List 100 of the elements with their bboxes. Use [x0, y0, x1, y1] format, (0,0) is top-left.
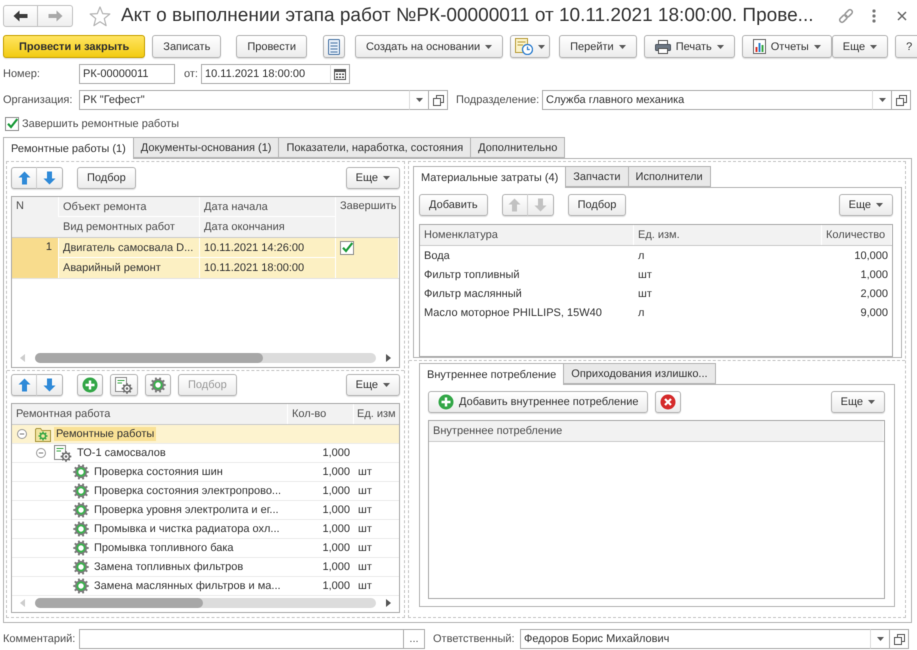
toolbar-button[interactable]: Подбор: [568, 194, 626, 216]
tab[interactable]: Дополнительно: [470, 137, 566, 158]
move-up-button[interactable]: [11, 374, 37, 396]
dropdown-button[interactable]: Печать: [644, 35, 735, 58]
tab[interactable]: Исполнители: [628, 166, 711, 187]
department-field[interactable]: Служба главного механика: [542, 90, 872, 110]
organization-field[interactable]: РК "Гефест": [79, 90, 409, 110]
table-cell-text: 1,000: [321, 523, 351, 535]
table-cell-text: шт: [357, 523, 373, 535]
tree-row[interactable]: Проверка уровня электролита и ег... 1,000 шт: [12, 501, 399, 520]
collapse-icon[interactable]: [17, 429, 27, 439]
calendar-button[interactable]: [330, 64, 350, 84]
scroll-right-icon[interactable]: [386, 599, 391, 607]
field-label: Комментарий:: [3, 633, 76, 645]
tab[interactable]: Внутреннее потребление: [419, 363, 564, 385]
tree-row[interactable]: Проверка состояния электропрово... 1,000 шт: [12, 482, 399, 501]
scrollbar-track[interactable]: [35, 598, 376, 608]
gear-icon: [150, 377, 166, 393]
toolbar-button[interactable]: Добавить внутреннее потребление: [428, 391, 648, 413]
caret-icon: [383, 176, 390, 180]
icon-button[interactable]: [655, 391, 682, 413]
scrollbar-thumb[interactable]: [35, 598, 203, 608]
icon-button[interactable]: [145, 374, 171, 396]
move-down-button[interactable]: [37, 167, 63, 189]
more-icon[interactable]: [872, 9, 876, 23]
open-button[interactable]: [892, 90, 911, 110]
tree-row[interactable]: Проверка состояния шин 1,000 шт: [12, 463, 399, 482]
table-cell-text: шт: [357, 580, 373, 592]
toolbar-button[interactable]: Добавить: [419, 194, 488, 216]
date-field[interactable]: 10.11.2021 18:00:00: [201, 64, 330, 84]
tab[interactable]: Запчасти: [565, 166, 629, 187]
tab[interactable]: Ремонтные работы (1): [3, 137, 134, 159]
toolbar-button[interactable]: Провести: [236, 35, 307, 58]
more-button[interactable]: Еще: [830, 391, 885, 413]
column-header: Дата начала: [200, 197, 336, 217]
icon-button[interactable]: [110, 374, 138, 396]
icon-button[interactable]: [77, 374, 103, 396]
scrollbar-thumb[interactable]: [35, 353, 263, 363]
checkbox[interactable]: [5, 117, 19, 131]
column-header: Кол-во: [288, 404, 354, 424]
tree-row[interactable]: Ремонтные работы: [12, 425, 399, 444]
table-cell: Аварийный ремонт: [59, 258, 200, 278]
tree-row[interactable]: Замена маслянных фильтров и ма... 1,000 шт: [12, 577, 399, 596]
calendar-icon: [334, 68, 346, 80]
column-header: Ед. изм.: [634, 225, 822, 245]
dropdown-button[interactable]: Еще: [832, 35, 888, 58]
toolbar-button[interactable]: [322, 35, 345, 58]
responsible-field[interactable]: Федоров Борис Михайлович: [520, 629, 870, 649]
move-up-button[interactable]: [11, 167, 37, 189]
open-button[interactable]: [429, 90, 448, 110]
arrow-left-icon: [13, 10, 28, 22]
tab[interactable]: Материальные затраты (4): [413, 166, 566, 188]
tree-item-label: Промывка и чистка радиатора охл...: [93, 522, 281, 536]
table-row[interactable]: 1 Двигатель самосвала D... 10.11.2021 14:26:00 Аварийный ремонт 10.11.2021 18:00:00: [12, 238, 399, 279]
arrow-down-icon: [534, 198, 547, 212]
table-cell-text: шт: [357, 542, 373, 554]
tree-row[interactable]: ТО-1 самосвалов 1,000: [12, 444, 399, 463]
field-label: Номер:: [3, 68, 40, 80]
tree-row[interactable]: Замена топливных фильтров 1,000 шт: [12, 558, 399, 577]
tab[interactable]: Показатели, наработка, состояния: [278, 137, 472, 158]
collapse-icon[interactable]: [36, 448, 46, 458]
arrow-up-icon: [508, 198, 522, 212]
field-label: от:: [184, 68, 198, 80]
star-icon[interactable]: [89, 6, 111, 26]
number-field[interactable]: РК-00000011: [79, 64, 175, 84]
table-cell-text: 1,000: [321, 542, 351, 554]
toolbar-button[interactable]: ?: [895, 35, 917, 58]
scroll-right-icon[interactable]: [386, 354, 391, 362]
open-button[interactable]: [890, 629, 909, 649]
tab[interactable]: Документы-основания (1): [132, 137, 280, 158]
more-button[interactable]: Еще: [838, 194, 893, 216]
table-cell-text: л: [637, 306, 646, 318]
column-header: Номенклатура: [420, 225, 634, 245]
move-down-button[interactable]: [37, 374, 63, 396]
close-icon[interactable]: [897, 11, 907, 21]
toolbar-button[interactable]: Подбор: [77, 167, 136, 189]
link-icon[interactable]: [838, 8, 854, 24]
dropdown-button[interactable]: [409, 90, 429, 110]
table-cell-text: 10,000: [853, 250, 889, 262]
more-button[interactable]: Еще: [346, 167, 400, 189]
back-button[interactable]: [3, 5, 38, 27]
primary-button[interactable]: Провести и закрыть: [3, 35, 146, 58]
dropdown-button[interactable]: Создать на основании: [354, 35, 504, 58]
dropdown-button[interactable]: [870, 629, 890, 649]
gear-icon: [73, 483, 89, 499]
tab[interactable]: Оприходования излишко...: [563, 363, 716, 384]
tree-row[interactable]: Промывка и чистка радиатора охл... 1,000 шт: [12, 520, 399, 539]
open-window-icon: [894, 634, 904, 644]
dropdown-button[interactable]: Отчеты: [742, 35, 832, 58]
checkbox[interactable]: [340, 241, 354, 255]
comment-field[interactable]: [79, 629, 403, 649]
choose-button[interactable]: ...: [403, 629, 425, 649]
dropdown-button[interactable]: [510, 35, 550, 58]
dropdown-button[interactable]: Перейти: [559, 35, 637, 58]
dropdown-button[interactable]: [872, 90, 892, 110]
table-cell-text: 1,000: [321, 580, 351, 592]
more-button[interactable]: Еще: [346, 374, 400, 396]
scrollbar-track[interactable]: [35, 353, 376, 363]
toolbar-button[interactable]: Записать: [152, 35, 222, 58]
tree-row[interactable]: Промывка топливного бака 1,000 шт: [12, 539, 399, 558]
